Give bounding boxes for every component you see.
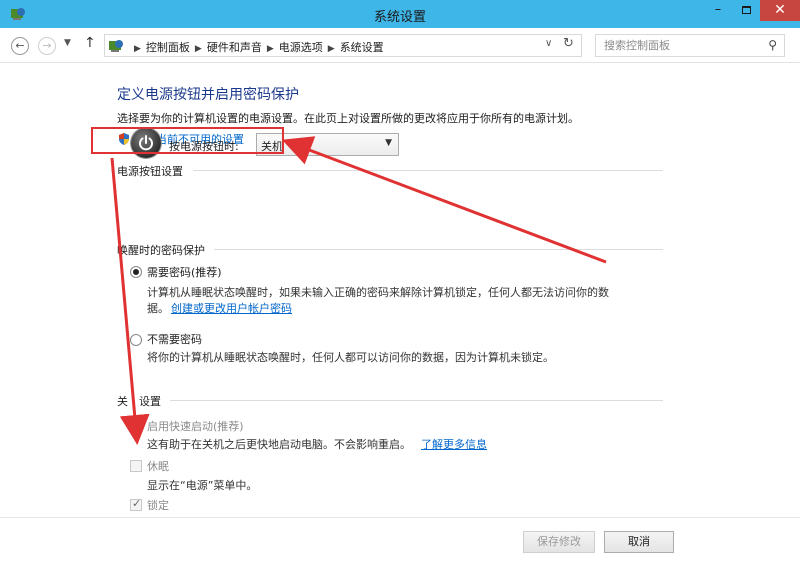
no-password-label[interactable]: 不需要密码 (147, 331, 202, 347)
up-button[interactable]: ↑ (84, 35, 96, 51)
maximize-button[interactable] (733, 1, 759, 21)
forward-button[interactable]: → (38, 37, 56, 55)
breadcrumb-system-settings[interactable]: 系统设置 (340, 41, 384, 54)
page-description: 选择要为你的计算机设置的电源设置。在此页上对设置所做的更改将应用于你所有的电源计… (117, 112, 579, 125)
shutdown-section-title: 关设置 (117, 393, 161, 409)
maximize-icon (741, 6, 751, 14)
navigation-bar: ← → ▼ ↑ ▶ 控制面板 ▶ 硬件和声音 ▶ 电源选项 ▶ 系统设置 ∨ ↻ ⚲ (0, 28, 800, 63)
learn-more-link[interactable]: 了解更多信息 (421, 436, 487, 452)
password-section-title: 唤醒时的密码保护 (117, 244, 205, 257)
lock-label: 锁定 (147, 499, 169, 512)
chevron-right-icon[interactable]: ▶ (328, 44, 335, 54)
refresh-icon[interactable]: ↻ (563, 36, 574, 51)
hibernate-checkbox[interactable] (130, 460, 142, 472)
change-password-link[interactable]: 创建或更改用户帐户密码 (171, 300, 292, 316)
breadcrumb-power-options[interactable]: 电源选项 (279, 41, 323, 54)
chevron-right-icon[interactable]: ▶ (195, 44, 202, 54)
chevron-right-icon: ▶ (134, 44, 141, 54)
search-box[interactable]: ⚲ (595, 34, 785, 57)
chevron-down-icon[interactable]: ∨ (545, 38, 552, 49)
desc-tail: 据。 (147, 302, 169, 315)
chevron-down-icon: ▼ (385, 138, 392, 148)
page-title: 定义电源按钮并启用密码保护 (117, 87, 299, 103)
window-title: 系统设置 (373, 10, 426, 25)
fast-startup-desc: 这有助于在关机之后更快地启动电脑。不会影响重启。 (147, 438, 411, 451)
search-icon[interactable]: ⚲ (768, 38, 777, 52)
no-password-desc: 将你的计算机从睡眠状态唤醒时，任何人都可以访问你的数据，因为计算机未锁定。 (147, 351, 554, 364)
minimize-button[interactable]: – (704, 1, 732, 21)
search-input[interactable] (604, 35, 764, 55)
close-button[interactable]: ✕ (760, 0, 800, 21)
breadcrumb: ▶ 控制面板 ▶ 硬件和声音 ▶ 电源选项 ▶ 系统设置 (129, 39, 384, 55)
cancel-button[interactable]: 取消 (604, 531, 674, 553)
breadcrumb-control-panel[interactable]: 控制面板 (146, 41, 190, 54)
control-panel-icon (108, 38, 124, 54)
require-password-label[interactable]: 需要密码(推荐) (147, 264, 222, 280)
title-bar: 系统设置 – ✕ (0, 0, 800, 28)
chevron-right-icon[interactable]: ▶ (267, 44, 274, 54)
shutdown-title-part: 关 (117, 395, 128, 408)
recent-locations-dropdown[interactable]: ▼ (64, 38, 71, 48)
address-bar[interactable]: ▶ 控制面板 ▶ 硬件和声音 ▶ 电源选项 ▶ 系统设置 ∨ ↻ (104, 34, 582, 57)
hibernate-label: 休眠 (147, 460, 169, 473)
require-password-radio[interactable] (130, 266, 142, 278)
back-button[interactable]: ← (11, 37, 29, 55)
breadcrumb-hardware-sound[interactable]: 硬件和声音 (207, 41, 262, 54)
lock-checkbox[interactable] (130, 497, 142, 511)
no-password-radio[interactable] (130, 334, 142, 346)
section-divider (214, 249, 663, 250)
power-section-title: 电源按钮设置 (117, 165, 183, 178)
shutdown-title-part: 设置 (139, 395, 161, 408)
footer-bar: 保存修改 取消 (0, 517, 800, 563)
annotation-highlight-box (91, 127, 284, 154)
save-changes-button[interactable]: 保存修改 (523, 531, 595, 553)
fast-startup-checkbox[interactable] (130, 420, 142, 432)
hibernate-desc: 显示在“电源”菜单中。 (147, 479, 258, 492)
section-divider (170, 400, 663, 401)
require-password-desc: 计算机从睡眠状态唤醒时，如果未输入正确的密码来解除计算机锁定，任何人都无法访问你… (147, 286, 609, 299)
require-password-desc: 据。 (147, 300, 169, 316)
section-divider (193, 170, 663, 171)
fast-startup-label: 启用快速启动(推荐) (147, 420, 244, 433)
